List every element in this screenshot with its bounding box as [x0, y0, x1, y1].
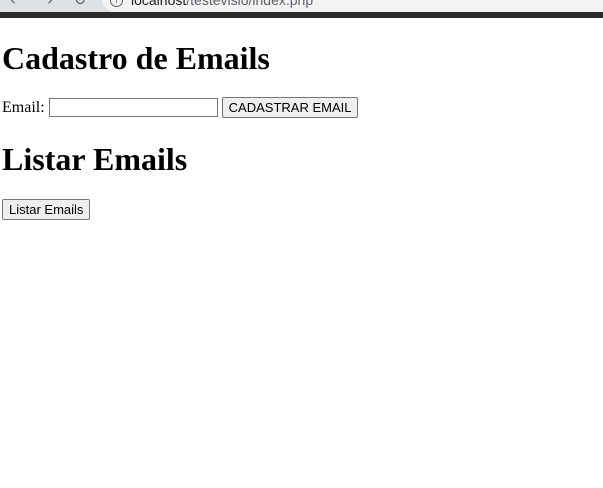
email-form: Email: CADASTRAR EMAIL: [2, 97, 359, 118]
reload-icon[interactable]: ↻: [72, 0, 88, 9]
url-host: localhost: [131, 0, 187, 8]
section-title-listar: Listar Emails: [2, 141, 188, 177]
email-input[interactable]: [48, 98, 218, 117]
address-bar[interactable]: i localhost/testevisio/index.php: [102, 0, 603, 12]
back-arrow-icon[interactable]: ‹: [5, 0, 21, 9]
listar-emails-button[interactable]: Listar Emails: [2, 199, 91, 220]
forward-arrow-icon[interactable]: ›: [42, 0, 58, 9]
browser-toolbar: ‹ › ↻ i localhost/testevisio/index.php: [0, 0, 603, 18]
url-text[interactable]: localhost/testevisio/index.php: [131, 0, 313, 7]
email-label: Email:: [2, 98, 45, 116]
toolbar-divider: [0, 12, 603, 18]
site-info-icon[interactable]: i: [110, 0, 123, 7]
cadastrar-email-button[interactable]: CADASTRAR EMAIL: [221, 97, 359, 118]
url-path: /testevisio/index.php: [186, 0, 314, 8]
page-title-cadastro: Cadastro de Emails: [2, 40, 270, 76]
